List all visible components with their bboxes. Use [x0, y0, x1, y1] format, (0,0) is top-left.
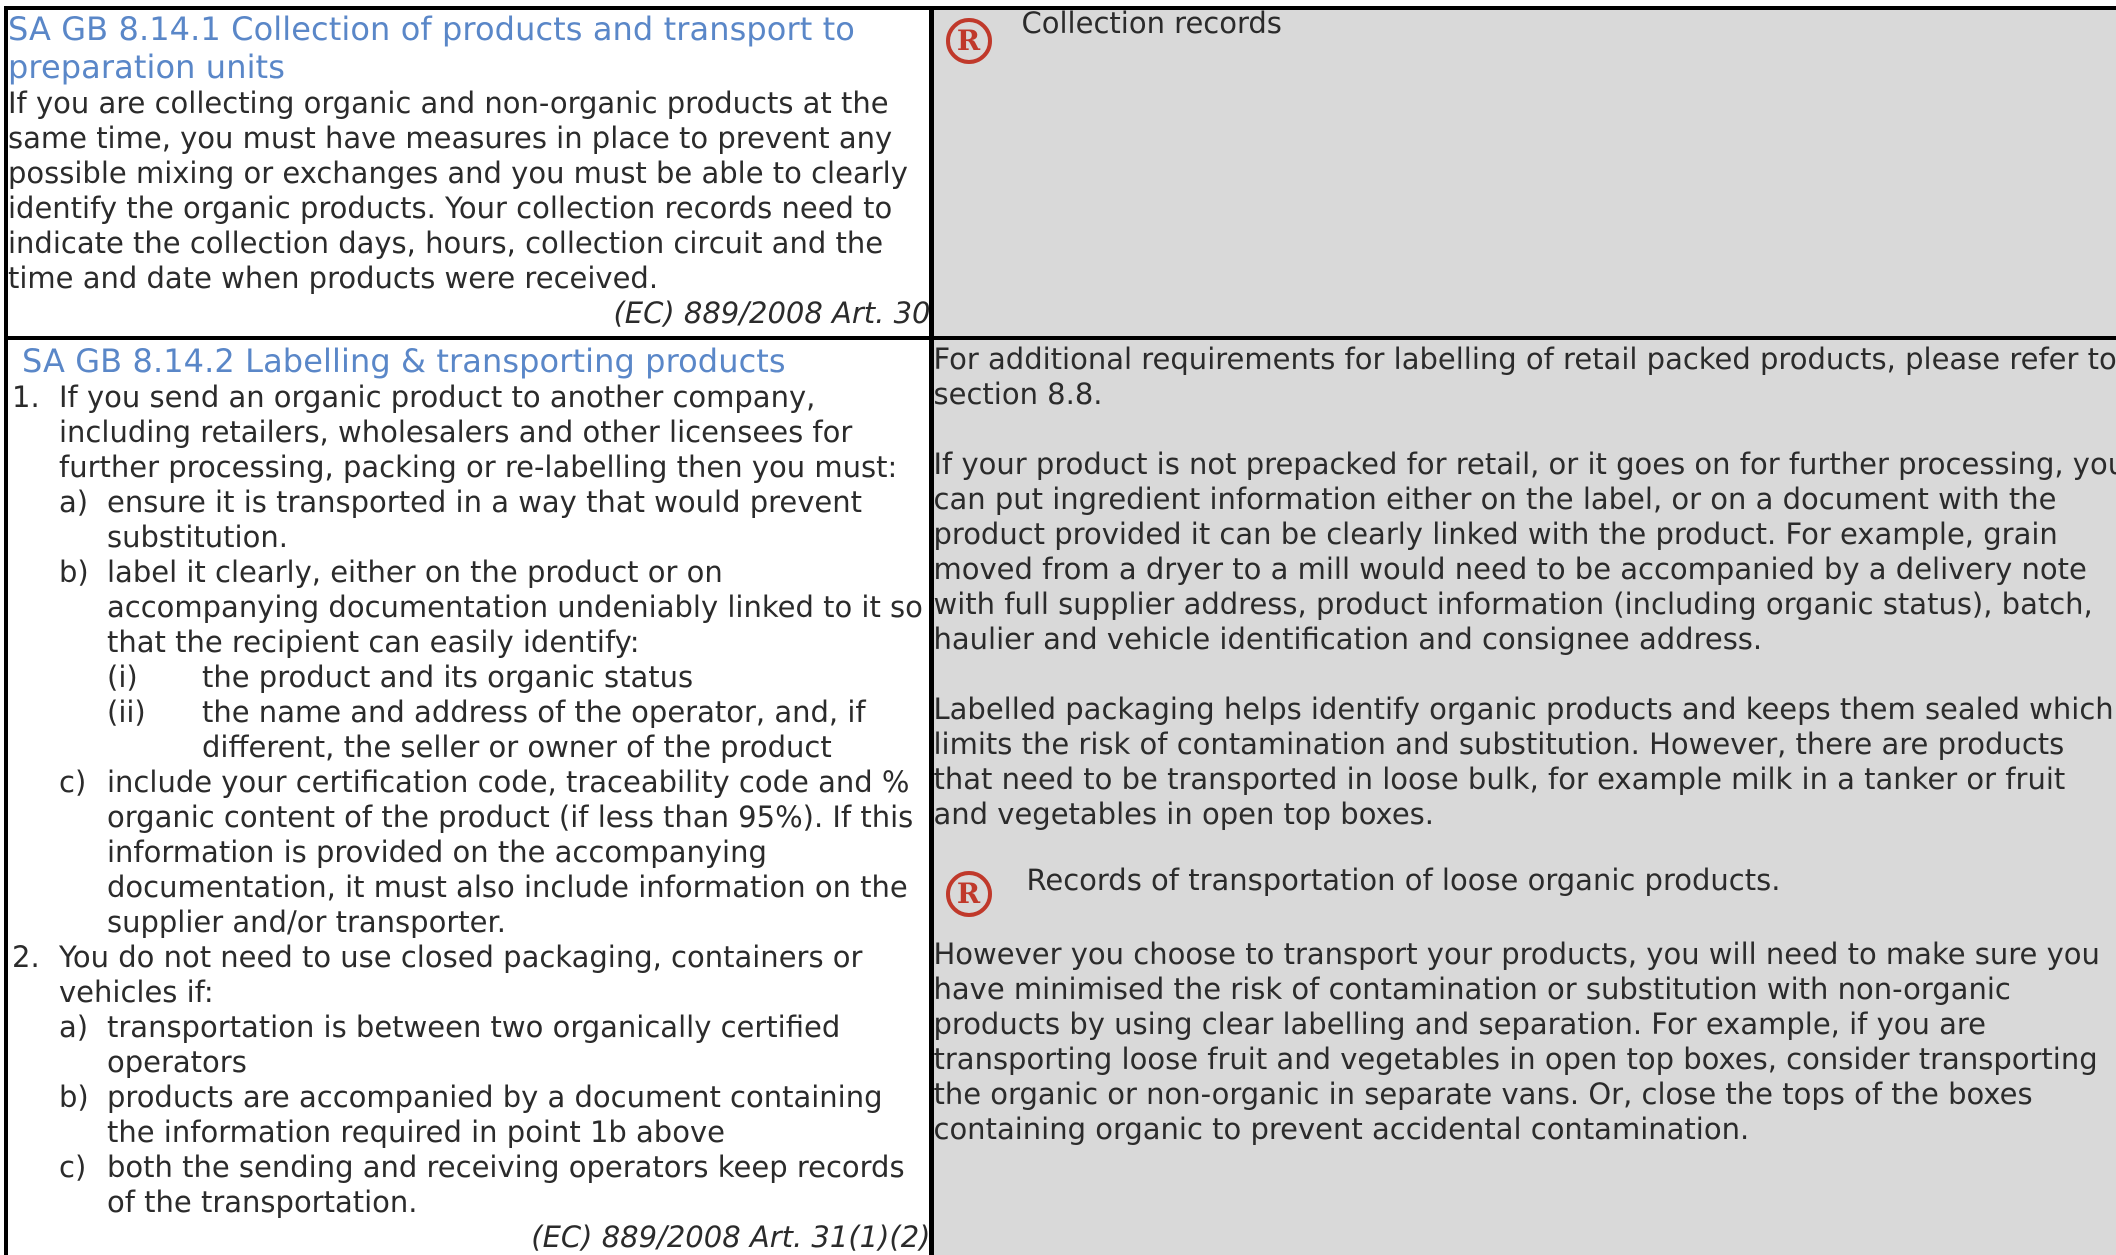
sub-marker: b) — [59, 1080, 89, 1114]
standard-heading: SA GB 8.14.2 Labelling & transporting pr… — [22, 342, 786, 380]
sub-sub-marker: (i) — [107, 660, 138, 694]
sub-item: a) transportation is between two organic… — [59, 1010, 929, 1080]
sub-marker: a) — [59, 1010, 89, 1044]
sub-item: b) label it clearly, either on the produ… — [59, 555, 929, 765]
guidance-paragraph: Labelled packaging helps identify organi… — [933, 692, 2114, 831]
sub-item: c) include your certification code, trac… — [59, 765, 929, 940]
sub-sub-marker: (ii) — [107, 695, 146, 729]
standard-row-8-14-1: SA GB 8.14.1 Collection of products and … — [4, 6, 2116, 340]
guidance-paragraph: If your product is not prepacked for ret… — [933, 447, 2116, 656]
sub-sub-item: (ii) the name and address of the operato… — [107, 695, 929, 765]
records-label: Collection records — [1021, 6, 1282, 40]
item-text: You do not need to use closed packaging,… — [59, 940, 863, 1009]
legal-reference: (EC) 889/2008 Art. 30 — [613, 296, 931, 330]
requirement-item: 1. If you send an organic product to ano… — [9, 380, 929, 940]
sub-item: b) products are accompanied by a documen… — [59, 1080, 929, 1150]
records-icon: R — [945, 18, 992, 64]
sub-text: include your certification code, traceab… — [107, 765, 914, 939]
guidance-paragraph: However you choose to transport your pro… — [933, 937, 2100, 1146]
sub-sub-text: the product and its organic status — [202, 660, 694, 694]
guidance-cell: For additional requirements for labellin… — [931, 336, 2116, 1255]
sub-list: a) ensure it is transported in a way tha… — [59, 485, 929, 940]
standard-row-8-14-2: SA GB 8.14.2 Labelling & transporting pr… — [4, 336, 2116, 1255]
sub-sub-text: the name and address of the operator, an… — [202, 695, 866, 764]
sub-marker: c) — [59, 1150, 87, 1184]
requirements-list: 1. If you send an organic product to ano… — [9, 380, 929, 1220]
sub-list: a) transportation is between two organic… — [59, 1010, 929, 1220]
sub-marker: c) — [59, 765, 87, 799]
sub-item: c) both the sending and receiving operat… — [59, 1150, 929, 1220]
sub-item: a) ensure it is transported in a way tha… — [59, 485, 929, 555]
sub-marker: b) — [59, 555, 89, 589]
standard-cell: SA GB 8.14.2 Labelling & transporting pr… — [4, 336, 934, 1255]
sub-text: transportation is between two organicall… — [107, 1010, 841, 1079]
standard-cell: SA GB 8.14.1 Collection of products and … — [4, 6, 934, 340]
item-text: If you send an organic product to anothe… — [59, 380, 898, 484]
standard-heading: SA GB 8.14.1 Collection of products and … — [8, 10, 855, 86]
sub-text: ensure it is transported in a way that w… — [107, 485, 862, 554]
records-label: Records of transportation of loose organ… — [1026, 863, 1781, 897]
sub-sub-item: (i) the product and its organic status — [107, 660, 929, 695]
standard-body: If you are collecting organic and non-or… — [8, 86, 908, 295]
sub-sub-list: (i) the product and its organic status (… — [107, 660, 929, 765]
records-note: R Collection records — [934, 6, 2116, 64]
requirement-item: 2. You do not need to use closed packagi… — [9, 940, 929, 1220]
records-icon: R — [945, 871, 992, 917]
sub-text: products are accompanied by a document c… — [107, 1080, 883, 1149]
guidance-paragraph: For additional requirements for labellin… — [933, 342, 2116, 411]
document-page: SA GB 8.14.1 Collection of products and … — [0, 0, 2116, 1255]
item-number: 2. — [12, 940, 40, 974]
sub-text: label it clearly, either on the product … — [107, 555, 923, 659]
guidance-cell: R Collection records — [931, 6, 2116, 340]
standards-table: SA GB 8.14.1 Collection of products and … — [4, 6, 2116, 1255]
legal-reference: (EC) 889/2008 Art. 31(1)(2) — [531, 1220, 931, 1254]
records-note: R Records of transportation of loose org… — [934, 863, 2116, 917]
item-number: 1. — [12, 380, 40, 414]
sub-marker: a) — [59, 485, 89, 519]
sub-text: both the sending and receiving operators… — [107, 1150, 905, 1219]
